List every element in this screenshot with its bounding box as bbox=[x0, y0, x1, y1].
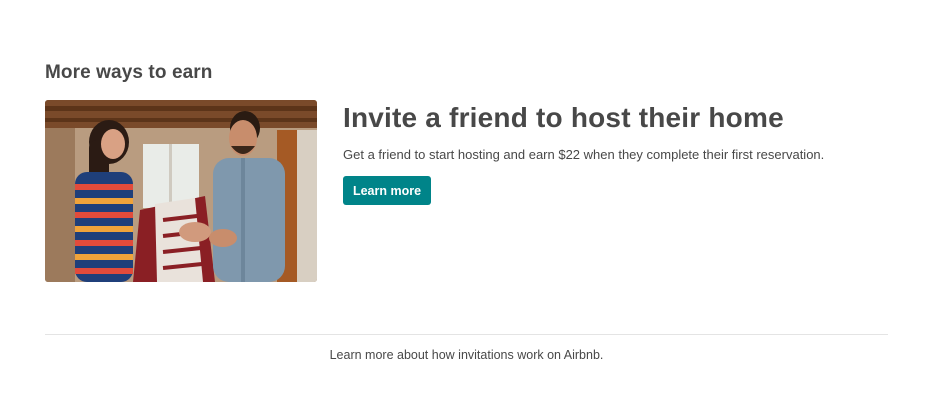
invitations-info-link[interactable]: Learn more about how invitations work on… bbox=[0, 348, 933, 362]
divider bbox=[45, 334, 888, 335]
learn-more-button[interactable]: Learn more bbox=[343, 176, 431, 205]
promo-headline: Invite a friend to host their home bbox=[343, 102, 784, 133]
promo-description: Get a friend to start hosting and earn $… bbox=[343, 147, 825, 162]
section-title: More ways to earn bbox=[45, 62, 213, 83]
page: More ways to earn Invite a friend to hos… bbox=[0, 0, 950, 402]
promo-photo bbox=[45, 100, 317, 282]
